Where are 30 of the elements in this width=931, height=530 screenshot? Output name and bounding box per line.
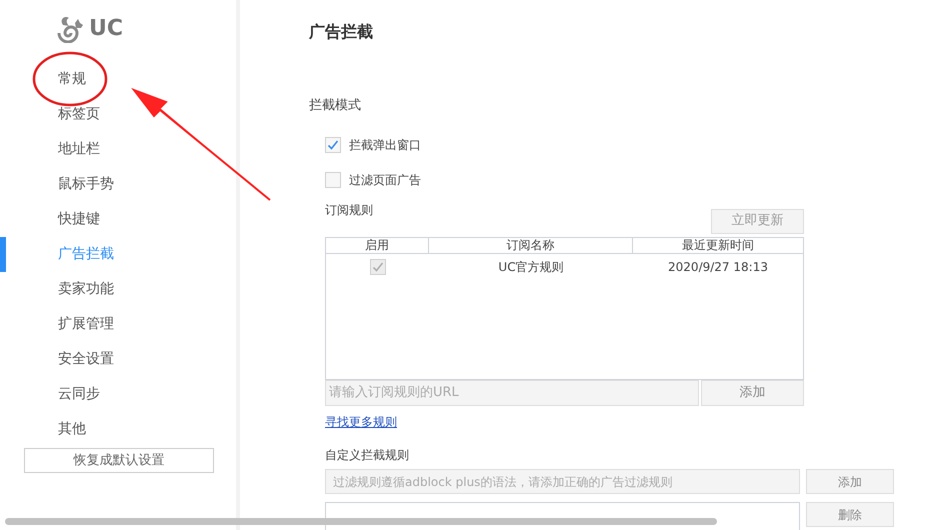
checkbox[interactable] xyxy=(370,258,386,274)
section-title: 拦截模式 xyxy=(309,97,362,115)
section-title: 自定义拦截规则 xyxy=(325,447,410,464)
sidebar-item[interactable]: 快捷键 xyxy=(58,209,100,230)
column-header: 启用 xyxy=(326,238,429,252)
page-title: 广告拦截 xyxy=(309,21,374,43)
sidebar-item[interactable]: 常规 xyxy=(58,69,86,90)
sidebar-item[interactable]: 标签页 xyxy=(58,104,100,125)
more-rules-link[interactable]: 寻找更多规则 xyxy=(325,412,397,430)
column-header: 最近更新时间 xyxy=(681,238,755,252)
column-header: 订阅名称 xyxy=(429,238,633,252)
rule-field[interactable]: 过滤规则遵循adblock plus的语法，请添加正确的广告过滤规则 xyxy=(325,469,800,494)
reset-button[interactable]: 恢复成默认设置 xyxy=(24,448,214,473)
scrollbar[interactable] xyxy=(5,518,717,525)
checkbox[interactable] xyxy=(325,172,341,188)
sidebar-item[interactable]: 地址栏 xyxy=(58,139,100,160)
sidebar-item[interactable]: 卖家功能 xyxy=(58,279,114,300)
sidebar-item[interactable]: 扩展管理 xyxy=(58,314,114,335)
checkbox[interactable] xyxy=(325,136,341,152)
checkbox-label: 过滤页面广告 xyxy=(349,172,421,188)
section-title: 订阅规则 xyxy=(325,202,373,218)
checkbox-label: 拦截弹出窗口 xyxy=(349,136,421,154)
sidebar-item[interactable]: 鼠标手势 xyxy=(58,174,114,195)
sidebar-item[interactable]: 安全设置 xyxy=(58,349,114,370)
logo-text: UC xyxy=(89,18,124,40)
sidebar-item[interactable]: 云同步 xyxy=(58,384,100,405)
url-field[interactable]: 请输入订阅规则的URL xyxy=(325,380,699,406)
table-cell-text: UC官方规则 xyxy=(497,258,565,276)
table-cell-text: 2020/9/27 18:13 xyxy=(667,258,769,276)
sidebar-item[interactable]: 其他 xyxy=(58,419,86,440)
